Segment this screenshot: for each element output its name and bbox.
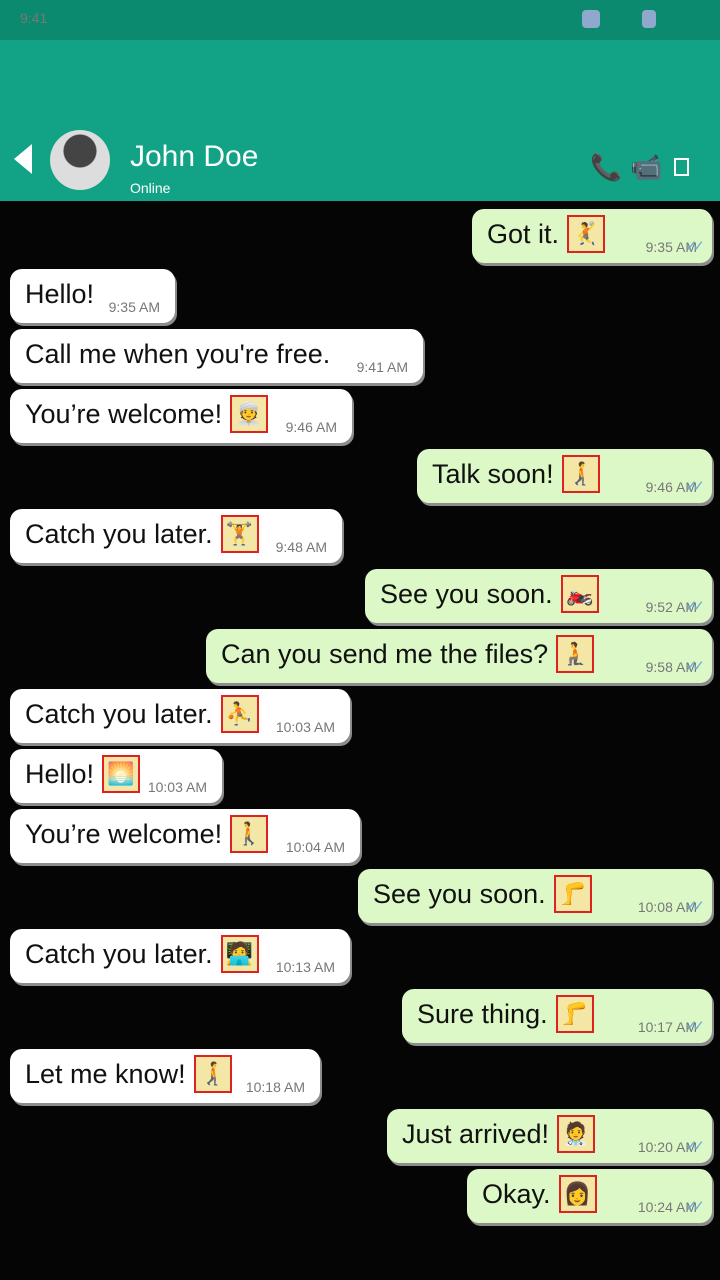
emoji-icon: 🚶	[230, 815, 269, 853]
emoji-icon: 🏋️	[220, 515, 259, 553]
incoming-message[interactable]: Hello! 9:35 AM	[10, 269, 175, 323]
read-check-icon: ✓✓	[684, 658, 705, 675]
read-check-icon: ✓✓	[684, 1198, 705, 1215]
status-time: 9:41	[20, 10, 48, 26]
status-bar: 9:41	[0, 0, 720, 40]
message-time: 9:41 AM	[356, 359, 408, 375]
emoji-icon: 🌅	[102, 755, 141, 793]
emoji-icon: 🧎	[556, 635, 595, 673]
message-text: You’re welcome!	[25, 399, 223, 429]
incoming-message[interactable]: You’re welcome! 👳 9:46 AM	[10, 389, 352, 443]
message-text: Call me when you're free.	[25, 339, 331, 369]
outgoing-message[interactable]: Sure thing. 🦵 10:17 AM ✓✓	[402, 989, 712, 1043]
outgoing-message[interactable]: Just arrived! 🧑‍⚕️ 10:20 AM ✓✓	[387, 1109, 712, 1163]
incoming-message[interactable]: Catch you later. ⛹️ 10:03 AM	[10, 689, 350, 743]
back-arrow-icon[interactable]	[14, 144, 32, 174]
read-check-icon: ✓✓	[684, 598, 705, 615]
read-check-icon: ✓✓	[684, 478, 705, 495]
emoji-icon: 👳	[230, 395, 269, 433]
message-text: Okay.	[482, 1179, 551, 1209]
message-text: You’re welcome!	[25, 819, 223, 849]
message-time: 10:03 AM	[275, 719, 335, 735]
emoji-icon: 🤾	[567, 215, 606, 253]
emoji-icon: 🧑‍💻	[220, 935, 259, 973]
contact-status: Online	[130, 180, 171, 196]
outgoing-message[interactable]: Talk soon! 🚶‍➡️ 9:46 AM ✓✓	[417, 449, 712, 503]
chat-header: John Doe Online 📞 📹	[0, 40, 720, 201]
video-call-icon[interactable]: 📹	[630, 152, 662, 182]
incoming-message[interactable]: Catch you later. 🧑‍💻 10:13 AM	[10, 929, 350, 983]
contact-avatar[interactable]	[50, 130, 110, 190]
signal-icon	[582, 10, 600, 28]
message-text: See you soon.	[380, 579, 553, 609]
chat-messages[interactable]: Got it. 🤾 9:35 AM ✓✓ Hello! 9:35 AM Call me wh…	[0, 201, 720, 1280]
message-time: 10:13 AM	[275, 959, 335, 975]
message-text: Talk soon!	[432, 459, 554, 489]
message-text: See you soon.	[373, 879, 546, 909]
outgoing-message[interactable]: Can you send me the files? 🧎 9:58 AM ✓✓	[206, 629, 712, 683]
outgoing-message[interactable]: Got it. 🤾 9:35 AM ✓✓	[472, 209, 712, 263]
message-time: 9:46 AM	[285, 419, 337, 435]
incoming-message[interactable]: Hello! 🌅 10:03 AM	[10, 749, 222, 803]
message-text: Catch you later.	[25, 939, 213, 969]
menu-icon[interactable]	[674, 158, 689, 176]
message-time: 9:48 AM	[275, 539, 327, 555]
incoming-message[interactable]: Let me know! 🚶‍➡️ 10:18 AM	[10, 1049, 320, 1103]
emoji-icon: 🧑‍⚕️	[557, 1115, 596, 1153]
message-text: Hello!	[25, 759, 95, 789]
outgoing-message[interactable]: Okay. 👩 10:24 AM ✓✓	[467, 1169, 712, 1223]
message-text: Catch you later.	[25, 519, 213, 549]
read-check-icon: ✓✓	[684, 238, 705, 255]
read-check-icon: ✓✓	[684, 1138, 705, 1155]
message-text: Just arrived!	[402, 1119, 550, 1149]
message-text: Got it.	[487, 219, 560, 249]
message-text: Sure thing.	[417, 999, 548, 1029]
message-time: 10:18 AM	[245, 1079, 305, 1095]
battery-icon	[642, 10, 656, 28]
message-text: Can you send me the files?	[221, 639, 549, 669]
incoming-message[interactable]: You’re welcome! 🚶 10:04 AM	[10, 809, 360, 863]
read-check-icon: ✓✓	[684, 898, 705, 915]
phone-icon[interactable]: 📞	[590, 152, 622, 182]
emoji-icon: 🚶‍➡️	[193, 1055, 232, 1093]
emoji-icon: 👩	[558, 1175, 597, 1213]
incoming-message[interactable]: Catch you later. 🏋️ 9:48 AM	[10, 509, 342, 563]
message-time: 9:35 AM	[108, 299, 160, 315]
message-text: Let me know!	[25, 1059, 186, 1089]
outgoing-message[interactable]: See you soon. 🦵 10:08 AM ✓✓	[358, 869, 712, 923]
emoji-icon: ⛹️	[220, 695, 259, 733]
emoji-icon: 🦵	[555, 995, 594, 1033]
message-time: 10:03 AM	[147, 779, 207, 795]
incoming-message[interactable]: Call me when you're free. 9:41 AM	[10, 329, 423, 383]
emoji-icon: 🏍️	[560, 575, 599, 613]
contact-name[interactable]: John Doe	[130, 140, 258, 174]
emoji-icon: 🚶‍➡️	[561, 455, 600, 493]
outgoing-message[interactable]: See you soon. 🏍️ 9:52 AM ✓✓	[365, 569, 712, 623]
read-check-icon: ✓✓	[684, 1018, 705, 1035]
emoji-icon: 🦵	[553, 875, 592, 913]
message-time: 10:04 AM	[285, 839, 345, 855]
message-text: Hello!	[25, 279, 95, 309]
message-text: Catch you later.	[25, 699, 213, 729]
